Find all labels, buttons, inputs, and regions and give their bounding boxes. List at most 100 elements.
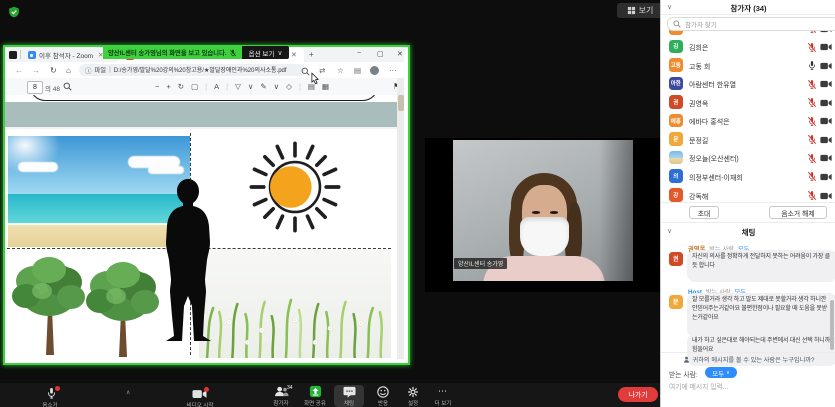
participant-row[interactable]: 고동 고동 희: [661, 58, 835, 73]
read-aloud-icon[interactable]: A: [214, 82, 219, 91]
zoom-in-icon[interactable]: +: [166, 82, 170, 91]
mic-icon[interactable]: [807, 60, 817, 71]
speaker-video-tile[interactable]: 양산IL센터 송가영: [425, 138, 660, 292]
window-maximize-button[interactable]: ▢: [377, 50, 384, 58]
sidebar-scrollbar-thumb[interactable]: [830, 300, 834, 350]
participant-row[interactable]: 문 문정길: [661, 132, 835, 147]
back-icon[interactable]: ←: [15, 66, 23, 75]
view-button[interactable]: 보기: [617, 3, 663, 18]
camera-icon[interactable]: [820, 192, 832, 200]
divider: |: [205, 82, 207, 91]
person-eye: [550, 211, 558, 214]
refresh-icon[interactable]: ↻: [50, 66, 57, 75]
muted-mic-icon[interactable]: [807, 97, 817, 108]
favorites-icon[interactable]: ☆: [337, 66, 344, 75]
zoom-out-icon[interactable]: −: [155, 82, 159, 91]
person-eye: [532, 211, 540, 214]
mic-options-chevron[interactable]: ∧: [126, 389, 130, 396]
chat-message-bubble[interactable]: 잘 모를거라 생각 하고 말도 제대로 못할거라 생각 하니깐 안믿어주는거같아…: [687, 293, 835, 337]
profile-avatar[interactable]: [370, 66, 379, 75]
camera-icon[interactable]: [820, 117, 832, 125]
participants-button[interactable]: 34 참가자: [266, 385, 296, 407]
zoom-page-icon[interactable]: [301, 67, 310, 76]
chat-privacy-note[interactable]: 귀하의 메시지를 볼 수 있는 사람은 누구입니까?: [661, 355, 835, 364]
page-info-icon[interactable]: ⓘ: [85, 65, 92, 75]
camera-icon[interactable]: [820, 136, 832, 144]
chevron-down-icon[interactable]: ∨: [274, 82, 280, 91]
more-menu-icon[interactable]: ⋯: [389, 66, 397, 75]
tab-close-icon[interactable]: ✕: [291, 51, 297, 59]
participant-row[interactable]: 아한 아람센터 한유열: [661, 77, 835, 92]
muted-mic-icon[interactable]: [807, 42, 817, 53]
chat-message-bubble[interactable]: 자신의 의사를 정확하게 전달하지 못하는 어려움이 가장 클듯 합니다: [687, 250, 835, 282]
muted-mic-icon[interactable]: [807, 171, 817, 182]
settings-button[interactable]: 설정: [398, 385, 428, 407]
home-icon[interactable]: ⌂: [66, 66, 71, 75]
highlight-icon[interactable]: ✎: [260, 82, 266, 91]
participant-row[interactable]: 김 김희은: [661, 40, 835, 55]
camera-icon[interactable]: [820, 173, 832, 181]
chat-button[interactable]: 채팅: [334, 385, 364, 407]
browser-scrollbar[interactable]: [397, 78, 404, 359]
participant-row[interactable]: 에홍 에바다 홍석은: [661, 114, 835, 129]
meeting-toolbar: 음소거 ∧ 비디오 시작 34 참가자 화면 공유 채팅 반응 설정 ⋯ 더 보…: [0, 383, 660, 407]
text-tool-icon[interactable]: ▽: [235, 82, 241, 91]
camera-icon[interactable]: [820, 154, 832, 162]
fit-page-icon[interactable]: ▢: [191, 82, 198, 91]
avatar: 의: [669, 169, 683, 183]
shared-screen-window: 이후 참석자 - Zoom ✕ ✕ + − ▢ ✕ 양산IL센터 송가영님의 화…: [3, 45, 410, 365]
chevron-down-icon: ∨: [726, 370, 730, 376]
participant-search-input[interactable]: 참가자 찾기: [667, 17, 835, 31]
camera-icon[interactable]: [820, 80, 832, 88]
grass-image: [199, 249, 391, 358]
chat-message-input[interactable]: 여기에 메시지 입력...: [669, 381, 728, 391]
avatar: 권: [669, 252, 683, 266]
muted-mic-icon[interactable]: [807, 153, 817, 164]
participant-name: 고동 희: [689, 62, 710, 72]
muted-mic-icon[interactable]: [807, 190, 817, 201]
muted-mic-icon[interactable]: [807, 79, 817, 90]
save-icon[interactable]: ▦: [322, 82, 329, 91]
participant-name: 김희은: [689, 43, 708, 53]
window-close-button[interactable]: ✕: [397, 50, 403, 58]
tab-search-icon[interactable]: [9, 51, 17, 59]
rotate-icon[interactable]: ↻: [178, 82, 184, 91]
page-number-input[interactable]: 8: [27, 81, 43, 94]
unmute-all-button[interactable]: 음소거 해제: [769, 206, 827, 219]
more-button[interactable]: ⋯ 더 보기: [428, 385, 458, 407]
new-tab-button[interactable]: +: [309, 50, 314, 59]
participant-row[interactable]: 의 의정부센터-이재희: [661, 169, 835, 184]
view-options-button[interactable]: 옵션 보기 ∨: [242, 46, 290, 59]
leave-meeting-button[interactable]: 나가기: [618, 387, 658, 402]
muted-mic-icon[interactable]: [807, 134, 817, 145]
banner-text: 양산IL센터 송가영님의 화면을 보고 있습니다.: [108, 48, 227, 57]
camera-icon[interactable]: [820, 43, 832, 51]
chevron-down-icon[interactable]: ∨: [248, 82, 254, 91]
reactions-button[interactable]: 반응: [368, 385, 398, 407]
send-to-selector[interactable]: 모두 ∨: [705, 367, 737, 378]
participant-row[interactable]: 권 권영옥: [661, 95, 835, 110]
forward-icon[interactable]: →: [32, 66, 40, 75]
privacy-note-text: 귀하의 메시지를 볼 수 있는 사람은 누구입니까?: [693, 355, 815, 364]
reactions-label: 반응: [368, 399, 398, 407]
mic-button-label[interactable]: 음소거: [28, 401, 72, 407]
participant-row[interactable]: 강 강독해: [661, 188, 835, 203]
scrollbar-thumb[interactable]: [398, 95, 404, 111]
erase-icon[interactable]: ◇: [286, 82, 292, 91]
participant-row[interactable]: 정오늘(오산센터): [661, 151, 835, 166]
url-field[interactable]: ⓘ 파일 | D:/송가영/발달%20강의%20창고용/★발달장애인과%20의사…: [79, 64, 305, 77]
participant-name-label: 양산IL센터 송가영: [454, 258, 507, 269]
sun-image: [243, 135, 347, 239]
muted-mic-icon[interactable]: [807, 116, 817, 127]
camera-icon[interactable]: [820, 99, 832, 107]
screen-share-banner: 양산IL센터 송가영님의 화면을 보고 있습니다. 옵션 보기 ∨: [103, 46, 289, 59]
search-icon[interactable]: [63, 82, 72, 91]
video-button-label[interactable]: 비디오 시작: [178, 401, 222, 407]
window-minimize-button[interactable]: −: [357, 50, 361, 57]
view-button-label: 보기: [639, 5, 654, 16]
share-screen-button[interactable]: 화면 공유: [300, 385, 330, 407]
invite-button[interactable]: 초대: [689, 206, 719, 219]
avatar: 문: [669, 132, 683, 146]
collections-icon[interactable]: ▤: [354, 66, 361, 75]
camera-icon[interactable]: [820, 62, 832, 70]
